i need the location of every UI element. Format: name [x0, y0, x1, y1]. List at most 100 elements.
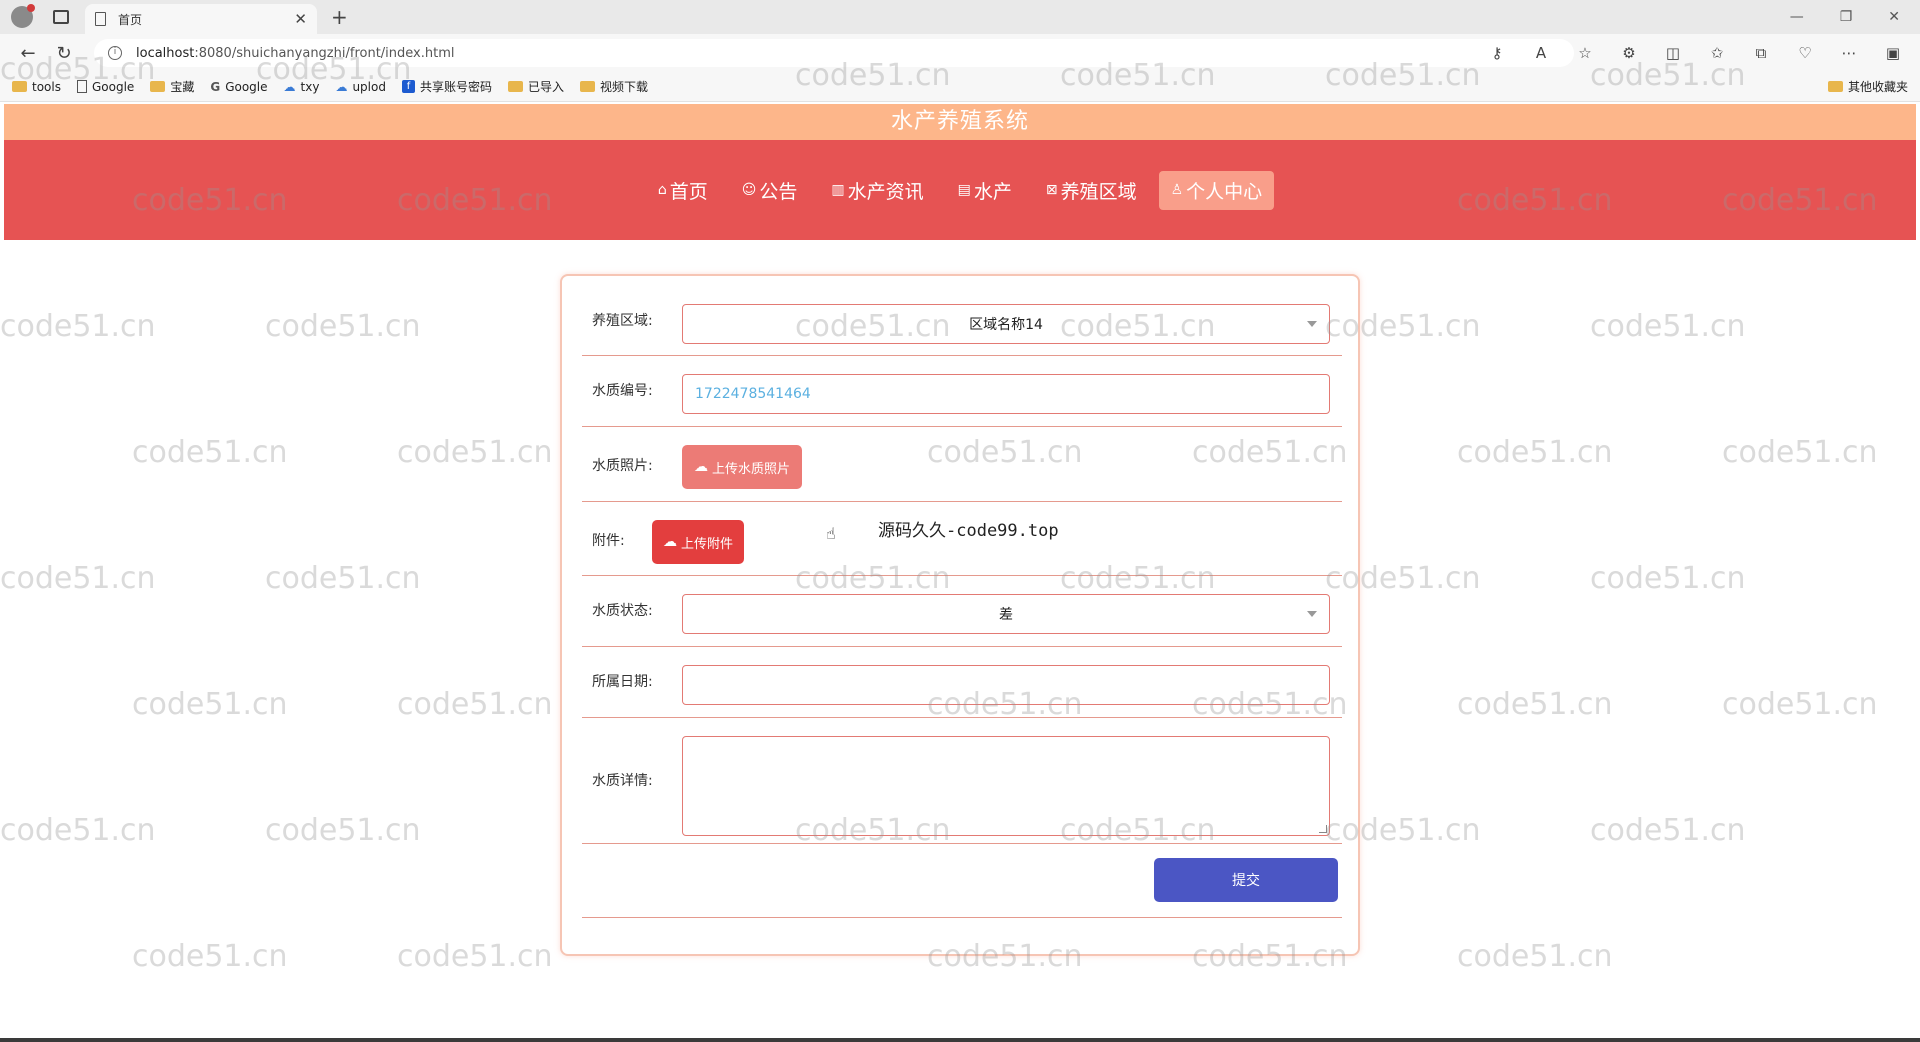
fish-icon: ▤: [957, 182, 971, 198]
url-host: localhost: [136, 45, 195, 61]
nav-breeding-area[interactable]: ⊠ 养殖区域: [1034, 171, 1149, 210]
key-icon[interactable]: ⚷: [1488, 44, 1506, 62]
bookmark-other[interactable]: 其他收藏夹: [1827, 78, 1908, 95]
new-tab-icon[interactable]: +: [331, 5, 348, 29]
split-screen-icon[interactable]: ◫: [1664, 44, 1682, 62]
date-label: 所属日期:: [592, 674, 653, 690]
user-icon: ♙: [1170, 182, 1184, 198]
bookmark-uplod[interactable]: ☁ uplod: [335, 80, 386, 94]
attach-label: 附件:: [592, 533, 625, 549]
status-select[interactable]: 差: [682, 594, 1330, 634]
water-quality-form: 养殖区域: 区域名称14 水质编号: 1722478541464 水质照片: ☁…: [560, 274, 1360, 956]
chevron-down-icon: [1307, 321, 1317, 327]
code-input[interactable]: 1722478541464: [682, 374, 1330, 414]
page-icon: [76, 80, 87, 93]
detail-label: 水质详情:: [592, 773, 653, 789]
taskbar-edge: [0, 1038, 1920, 1042]
site-info-icon[interactable]: i: [108, 46, 122, 60]
profile-avatar-icon[interactable]: [11, 4, 35, 28]
form-row-date: 所属日期:: [582, 647, 1342, 718]
bookmark-txy[interactable]: ☁ txy: [284, 80, 320, 94]
bookmark-video-download[interactable]: 视频下载: [579, 78, 648, 95]
nav-aquatic[interactable]: ▤ 水产: [946, 171, 1024, 210]
bookmark-google[interactable]: Google: [76, 80, 134, 94]
url-path: :8080/shuichanyangzhi/front/index.html: [194, 45, 455, 61]
close-window-icon[interactable]: ✕: [1888, 9, 1900, 25]
detail-textarea[interactable]: [682, 736, 1330, 836]
notice-icon: ☺: [741, 182, 757, 198]
back-icon[interactable]: ←: [10, 43, 46, 64]
area-icon: ⊠: [1045, 182, 1058, 198]
form-row-photo: 水质照片: ☁ 上传水质照片: [582, 427, 1342, 502]
date-input[interactable]: [682, 665, 1330, 705]
area-label: 养殖区域:: [592, 313, 653, 329]
hand-cursor-icon: ☝: [826, 524, 836, 543]
cloud-upload-icon: ☁: [693, 459, 708, 475]
collections-icon[interactable]: ⧉: [1752, 44, 1770, 62]
cloud-icon: ☁: [335, 79, 348, 94]
form-row-code: 水质编号: 1722478541464: [582, 356, 1342, 427]
more-icon[interactable]: ⋯: [1840, 44, 1858, 62]
google-icon: G: [210, 79, 221, 94]
news-icon: ▥: [831, 182, 845, 198]
toolbar-icons: ⚷ A ☆ ⚙ ◫ ✩ ⧉ ♡ ⋯ ▣: [1488, 34, 1920, 72]
refresh-icon[interactable]: ↻: [46, 43, 82, 64]
bookmark-tools[interactable]: tools: [12, 80, 61, 94]
facebook-icon: f: [401, 80, 415, 93]
code-value: 1722478541464: [695, 386, 811, 402]
folder-icon: [579, 81, 595, 92]
page-content: 水产养殖系统 ⌂ 首页 ☺ 公告 ▥ 水产资讯 ▤ 水产 ⊠ 养殖区域 ♙ 个人中心 养殖区…: [4, 104, 1916, 1042]
main-nav: ⌂ 首页 ☺ 公告 ▥ 水产资讯 ▤ 水产 ⊠ 养殖区域 ♙ 个人中心: [4, 140, 1916, 240]
nav-personal-center[interactable]: ♙ 个人中心: [1158, 170, 1275, 210]
form-row-detail: 水质详情:: [582, 718, 1342, 844]
close-tab-icon[interactable]: ✕: [294, 10, 307, 28]
favorite-star-icon[interactable]: ☆: [1576, 44, 1594, 62]
attachment-text: 源码久久-code99.top: [878, 521, 1059, 541]
tab-title: 首页: [118, 12, 143, 27]
nav-notice[interactable]: ☺ 公告: [730, 171, 810, 210]
upload-attachment-button[interactable]: ☁ 上传附件: [652, 520, 744, 564]
read-aloud-icon[interactable]: A: [1532, 44, 1550, 62]
photo-label: 水质照片:: [592, 458, 653, 474]
browser-essentials-icon[interactable]: ♡: [1796, 44, 1814, 62]
extensions-icon[interactable]: ⚙: [1620, 44, 1638, 62]
address-bar: ← ↻ i localhost:8080/shuichanyangzhi/fro…: [0, 34, 1920, 72]
browser-tab[interactable]: 首页 ✕: [85, 4, 317, 34]
home-icon: ⌂: [657, 182, 667, 198]
form-row-area: 养殖区域: 区域名称14: [582, 276, 1342, 356]
url-field[interactable]: i localhost:8080/shuichanyangzhi/front/i…: [94, 39, 1574, 67]
bookmark-google-2[interactable]: G Google: [210, 80, 267, 94]
restore-icon[interactable]: ❐: [1840, 9, 1853, 25]
area-value: 区域名称14: [969, 317, 1043, 333]
bookmarks-bar: tools Google 宝藏 G Google ☁ txy ☁ uplod f 共享账…: [0, 72, 1920, 102]
sidebar-icon[interactable]: ▣: [1884, 44, 1902, 62]
browser-tab-bar: 首页 ✕ + — ❐ ✕: [0, 0, 1920, 34]
window-controls: — ❐ ✕: [1790, 9, 1900, 25]
favorites-icon[interactable]: ✩: [1708, 44, 1726, 62]
form-row-status: 水质状态: 差: [582, 576, 1342, 647]
status-label: 水质状态:: [592, 603, 653, 619]
upload-photo-button[interactable]: ☁ 上传水质照片: [682, 445, 802, 489]
bookmark-shared-accounts[interactable]: f 共享账号密码: [401, 78, 492, 95]
status-value: 差: [999, 607, 1013, 623]
submit-button[interactable]: 提交: [1154, 858, 1338, 902]
form-row-submit: 提交: [582, 844, 1342, 918]
nav-news[interactable]: ▥ 水产资讯: [819, 171, 935, 210]
minimize-icon[interactable]: —: [1790, 9, 1804, 25]
folder-icon: [507, 81, 523, 92]
resize-handle-icon[interactable]: [1319, 825, 1327, 833]
code-label: 水质编号:: [592, 383, 653, 399]
folder-icon: [1827, 81, 1843, 92]
area-select[interactable]: 区域名称14: [682, 304, 1330, 344]
cloud-icon: ☁: [283, 79, 296, 94]
form-row-attachment: 附件: ☁ 上传附件 ☝ 源码久久-code99.top: [582, 502, 1342, 576]
page-icon: [95, 12, 106, 26]
tab-actions-icon[interactable]: [53, 10, 69, 24]
folder-icon: [12, 81, 27, 92]
folder-icon: [150, 81, 166, 92]
site-title: 水产养殖系统: [4, 104, 1916, 140]
chevron-down-icon: [1307, 611, 1317, 617]
bookmark-baozang[interactable]: 宝藏: [150, 78, 194, 95]
bookmark-imported[interactable]: 已导入: [507, 78, 564, 95]
nav-home[interactable]: ⌂ 首页: [646, 171, 720, 210]
